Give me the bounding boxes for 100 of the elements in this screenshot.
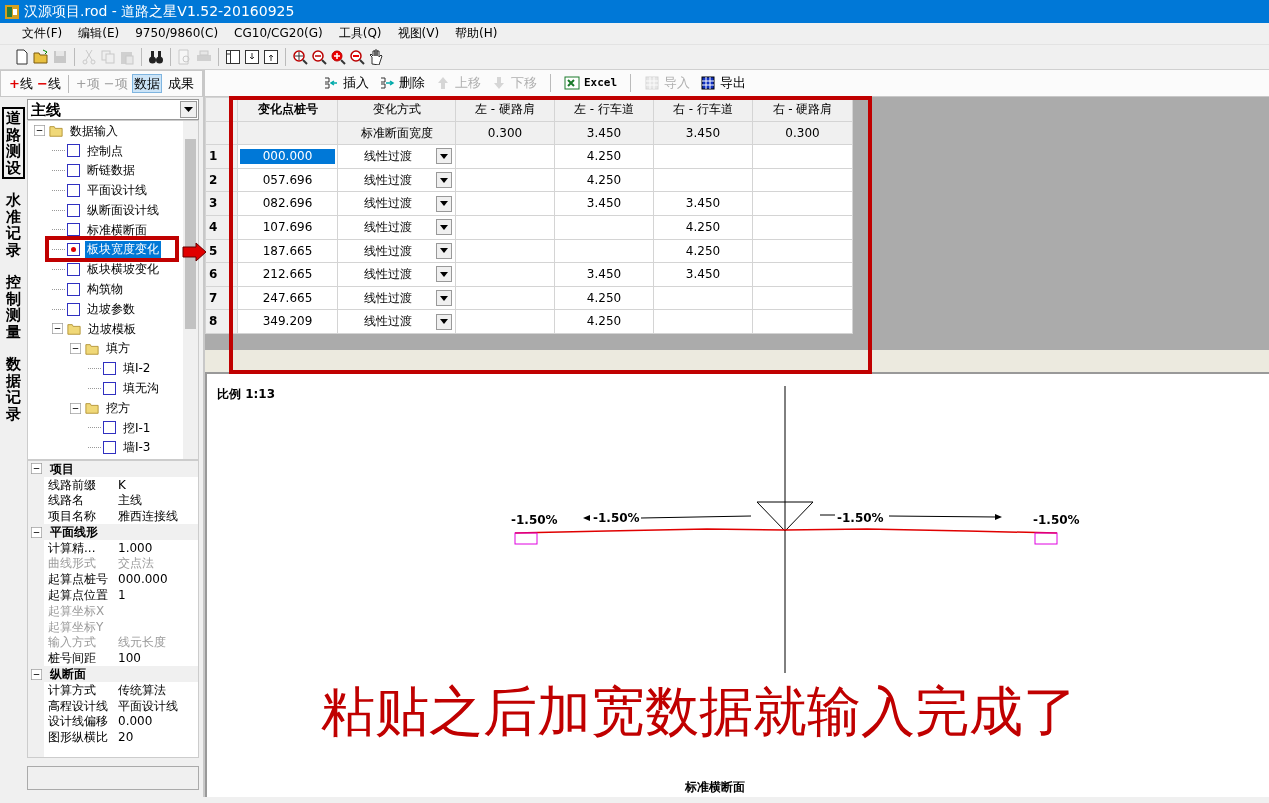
tree-item[interactable]: 控制点 [85,142,125,159]
vertical-tab[interactable]: 控制测量 [2,271,25,343]
tree-item[interactable]: 板块宽度变化 [85,241,161,258]
property-label: 计算方式 [47,682,97,698]
menu-item[interactable]: 编辑(E) [70,26,128,41]
tab[interactable]: 成果 [165,73,196,94]
vertical-tab[interactable]: 数据记录 [2,353,25,425]
toolbar-button[interactable]: +线 [9,75,33,92]
table-cell-text: 线性过渡 [362,267,413,282]
folder-icon[interactable] [33,49,49,65]
menu-item[interactable]: CG10/CG20(G) [226,26,331,41]
expander-icon[interactable] [70,343,81,355]
folder-icon [48,123,64,138]
tree-item[interactable]: 断链数据 [85,162,137,179]
grid-icon [644,75,661,91]
dropdown-button[interactable] [436,219,452,236]
toolbar-button[interactable]: 删除 [379,75,425,91]
expander-icon[interactable] [34,125,45,137]
vertical-tab[interactable]: 道路测设 [2,107,25,179]
table-cell: 4.250 [653,215,753,240]
insert-row-icon [323,75,339,91]
toolbar-button[interactable]: −线 [36,75,61,92]
property-label: 项目名称 [47,509,97,524]
tree-item[interactable]: 平面设计线 [85,182,149,199]
menu-item[interactable]: 帮助(H) [447,26,506,41]
tree-item[interactable]: 墙I-3 [121,439,153,456]
property-label: 线路前缀 [47,477,97,492]
expander-icon[interactable] [31,463,42,475]
caret-icon [440,154,448,159]
property-label: 高程设计线 [47,698,109,714]
expander-icon[interactable] [70,402,81,414]
dropdown-button[interactable] [436,172,452,189]
tree-item[interactable]: 板块横坡变化 [85,261,161,278]
checkbox-icon [67,262,80,276]
zoom-in-icon[interactable] [330,49,346,65]
property-value[interactable]: 传统算法 [114,682,166,698]
property-value[interactable]: 20 [114,730,134,745]
zoom-icon[interactable] [292,49,308,65]
tree-item[interactable]: 纵断面设计线 [85,201,161,219]
dropdown-button[interactable] [436,242,452,259]
tree-item[interactable]: 标准横断面 [85,221,149,239]
tree-item[interactable]: 边坡参数 [85,300,137,318]
checkbox-icon [103,381,116,395]
property-value[interactable]: 雅西连接线 [114,509,178,524]
property-value[interactable]: 主线 [114,493,142,508]
table-cell: 4.250 [554,286,654,310]
menu-item[interactable]: 9750/9860(C) [127,26,227,41]
dropdown-button[interactable] [436,148,452,165]
property-value[interactable]: 100 [114,651,141,666]
tree-item[interactable]: 填方 [104,340,132,357]
zoom-out-icon[interactable] [349,49,365,65]
property-value[interactable]: 1 [114,588,126,603]
property-value[interactable]: 平面设计线 [114,698,178,714]
dropdown-button[interactable] [436,195,452,212]
expander-icon[interactable] [52,323,63,335]
property-value[interactable]: 000.000 [114,572,168,587]
annotation-text: 粘贴之后加宽数据就输入完成了 [321,680,1077,743]
property-label: 输入方式 [47,635,97,650]
file-icon[interactable] [14,49,30,65]
hand-icon[interactable] [368,49,384,65]
binoculars-icon[interactable] [148,49,164,65]
dropdown-button[interactable] [436,266,452,283]
panel-icon[interactable] [225,49,241,65]
tree-item[interactable]: 挖I-1 [121,419,153,437]
panel-icon[interactable] [244,49,260,65]
expander-icon[interactable] [31,668,42,680]
tree-item[interactable]: 构筑物 [85,281,125,298]
dropdown-button[interactable] [180,101,197,118]
dropdown-button[interactable] [436,290,452,307]
dropdown-button[interactable] [436,313,452,330]
zoom-out-icon[interactable] [311,49,327,65]
tree-item[interactable]: 边坡模板 [86,320,138,338]
tree-item[interactable]: 填I-2 [121,360,153,377]
table-cell[interactable]: 000.000 [240,149,335,164]
tree-item[interactable]: 挖方 [104,399,132,417]
line-dropdown[interactable]: 主线 [27,99,199,120]
tree-item[interactable]: 数据输入 [68,122,120,140]
expander-icon[interactable] [31,526,42,538]
table-cell-text: 线性过渡 [362,243,413,259]
panel-icon[interactable] [263,49,279,65]
toolbar-button[interactable]: 插入 [323,75,369,91]
toolbar-button[interactable]: 导出 [700,75,747,91]
property-value[interactable]: 1.000 [114,540,153,556]
menu-item[interactable]: 工具(Q) [330,26,390,41]
toolbar-button[interactable]: Excel [564,75,618,91]
menu-item[interactable]: 文件(F) [14,26,71,41]
property-value[interactable]: 0.000 [114,714,153,729]
checkbox-icon [103,421,116,435]
menu-item[interactable]: 视图(V) [389,26,448,41]
table-cell-text: 线性过渡 [362,196,413,211]
table-cell-text: 线性过渡 [362,172,413,188]
property-value[interactable]: K [114,477,126,492]
tab[interactable]: 数据 [131,73,162,94]
caret-icon [440,177,448,183]
vertical-tab[interactable]: 水准记录 [2,189,25,261]
tree-item[interactable]: 填无沟 [121,380,161,397]
pointer-arrow [182,242,207,262]
drawing-caption: 标准横断面 [685,780,745,794]
scrollbar[interactable] [183,121,198,459]
property-label: 线路名 [47,493,85,508]
